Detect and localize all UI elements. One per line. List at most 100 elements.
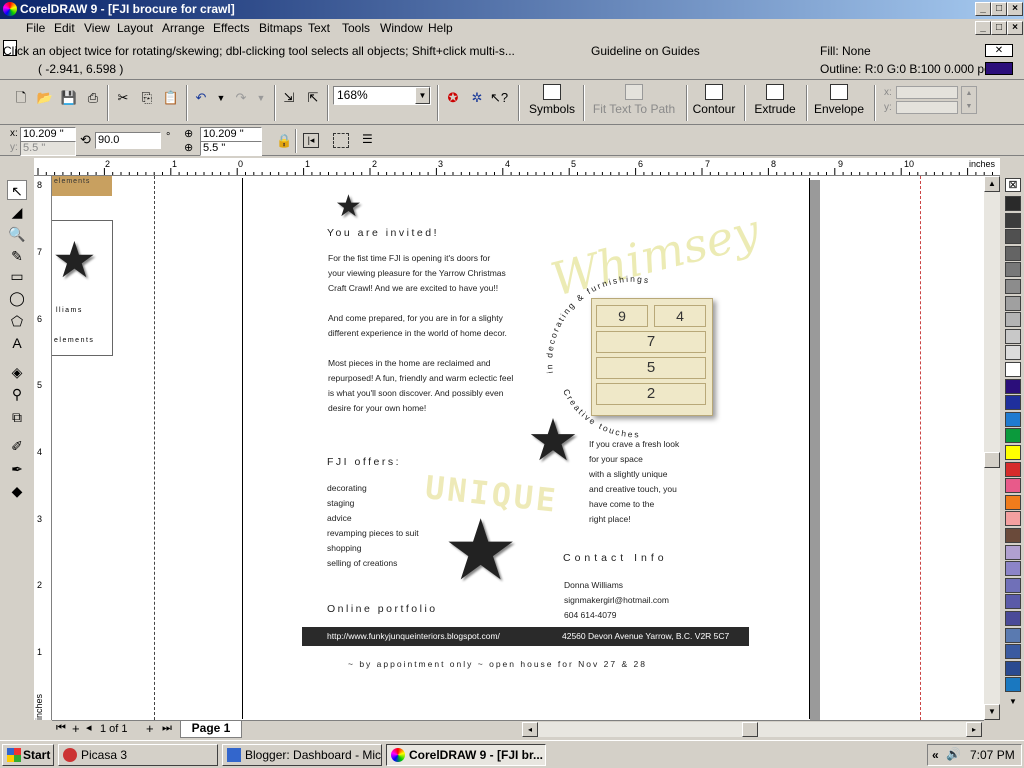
doc-close-button[interactable]: × — [1007, 21, 1023, 35]
menu-effects[interactable]: Effects — [213, 21, 249, 35]
no-color-swatch[interactable]: ⊠ — [1005, 178, 1021, 192]
color-swatch[interactable] — [1005, 279, 1021, 294]
interactive-transparency-tool-icon[interactable]: ⚲ — [7, 384, 27, 404]
task-coreldraw[interactable]: CorelDRAW 9 - [FJI br... — [386, 744, 546, 766]
color-swatch[interactable] — [1005, 561, 1021, 577]
doc-minimize-button[interactable]: _ — [975, 21, 991, 35]
new-icon[interactable]: 🗋 — [12, 89, 30, 107]
cut-icon[interactable]: ✂ — [114, 89, 132, 107]
corel-online-icon[interactable]: ✲ — [468, 89, 486, 107]
envelope-button[interactable]: Envelope — [812, 83, 866, 121]
export-icon[interactable]: ⇱ — [304, 89, 322, 107]
tray-expand-icon[interactable]: « — [932, 748, 939, 762]
chevron-down-icon[interactable]: ▼ — [415, 87, 430, 104]
zoom-level-select[interactable]: 168% ▼ — [333, 86, 431, 105]
menu-arrange[interactable]: Arrange — [162, 21, 205, 35]
menu-file[interactable]: File — [26, 21, 45, 35]
scroll-right-icon[interactable]: ▸ — [966, 722, 982, 737]
ellipse-tool-icon[interactable]: ◯ — [7, 288, 27, 308]
close-button[interactable]: × — [1007, 2, 1023, 16]
color-swatch[interactable] — [1005, 660, 1021, 676]
color-swatch[interactable] — [1005, 328, 1021, 344]
text-tool-icon[interactable]: A — [7, 333, 27, 353]
color-swatch[interactable] — [1005, 577, 1021, 593]
color-swatch[interactable] — [1005, 461, 1021, 477]
add-page-before-icon[interactable]: + — [72, 721, 80, 736]
first-page-icon[interactable]: ⏮ — [56, 722, 66, 735]
last-page-icon[interactable]: ⏭ — [162, 722, 172, 735]
color-swatch[interactable] — [1005, 262, 1021, 278]
interactive-blend-tool-icon[interactable]: ⧉ — [7, 407, 27, 427]
color-swatch[interactable] — [1005, 644, 1021, 660]
mirror-horizontal-icon[interactable]: |◂ — [303, 133, 319, 148]
rotation-angle-field[interactable]: 90.0 — [95, 132, 161, 149]
color-swatch[interactable] — [1005, 627, 1021, 643]
color-swatch[interactable] — [1005, 295, 1021, 311]
paste-icon[interactable]: 📋 — [162, 89, 180, 107]
vertical-scrollbar[interactable]: ▲ ▼ — [984, 176, 1000, 720]
maximize-button[interactable]: □ — [991, 2, 1007, 16]
freehand-tool-icon[interactable]: ✎ — [7, 246, 27, 266]
color-swatch[interactable] — [1005, 212, 1021, 228]
zoom-tool-icon[interactable]: 🔍 — [7, 224, 27, 244]
task-blogger[interactable]: Blogger: Dashboard - Mic... — [222, 744, 382, 766]
color-swatch[interactable] — [1005, 362, 1021, 377]
drawing-canvas[interactable]: elements ★ lliams elements ★ You are inv… — [52, 176, 984, 720]
menu-edit[interactable]: Edit — [54, 21, 75, 35]
menu-bitmaps[interactable]: Bitmaps — [259, 21, 302, 35]
menu-text[interactable]: Text — [308, 21, 330, 35]
import-icon[interactable]: ⇲ — [280, 89, 298, 107]
menu-tools[interactable]: Tools — [342, 21, 370, 35]
guideline[interactable] — [920, 176, 921, 720]
rotation-center-x-field[interactable]: 10.209 " — [200, 127, 262, 142]
menu-help[interactable]: Help — [428, 21, 453, 35]
color-swatch[interactable] — [1005, 395, 1021, 411]
extrude-button[interactable]: Extrude — [752, 83, 798, 121]
color-swatch[interactable] — [1005, 378, 1021, 394]
start-button[interactable]: Start — [2, 744, 54, 766]
menu-window[interactable]: Window — [380, 21, 423, 35]
mirror-vertical-icon[interactable] — [333, 133, 349, 148]
scroll-up-icon[interactable]: ▲ — [984, 176, 1000, 192]
undo-icon[interactable]: ↶ — [192, 89, 210, 107]
fill-tool-icon[interactable]: ◆ — [7, 481, 27, 501]
color-swatch[interactable] — [1005, 594, 1021, 610]
color-swatch[interactable] — [1005, 245, 1021, 261]
color-swatch[interactable] — [1005, 196, 1021, 211]
color-swatch[interactable] — [1005, 428, 1021, 444]
color-swatch[interactable] — [1005, 611, 1021, 626]
color-swatch[interactable] — [1005, 494, 1021, 510]
copy-icon[interactable]: ⎘ — [138, 89, 156, 107]
save-icon[interactable]: 💾 — [60, 89, 78, 107]
undo-dropdown-icon[interactable]: ▼ — [212, 89, 230, 107]
color-swatch[interactable] — [1005, 677, 1021, 693]
minimize-button[interactable]: _ — [975, 2, 991, 16]
tab-page-1[interactable]: Page 1 — [180, 721, 242, 738]
color-swatch[interactable] — [1005, 478, 1021, 494]
interactive-fill-tool-icon[interactable]: ◈ — [7, 362, 27, 382]
rotation-center-y-field[interactable]: 5.5 " — [200, 141, 262, 156]
shape-tool-icon[interactable]: ◢ — [7, 202, 27, 222]
eyedropper-tool-icon[interactable]: ✐ — [7, 436, 27, 456]
symbols-button[interactable]: Symbols — [528, 83, 576, 121]
color-swatch[interactable] — [1005, 445, 1021, 460]
color-swatch[interactable] — [1005, 229, 1021, 245]
scrollbar-thumb[interactable] — [984, 452, 1000, 468]
add-page-after-icon[interactable]: + — [146, 721, 154, 736]
palette-scroll-down-icon[interactable]: ▼ — [1005, 697, 1021, 709]
lock-icon[interactable]: 🔒 — [276, 133, 292, 149]
scroll-down-icon[interactable]: ▼ — [984, 704, 1000, 720]
color-swatch[interactable] — [1005, 345, 1021, 361]
color-swatch[interactable] — [1005, 411, 1021, 427]
text-options-icon[interactable]: ☰ — [362, 132, 373, 146]
vertical-ruler[interactable]: 8 7 6 5 4 3 2 1 inches — [34, 176, 52, 720]
whats-this-help-icon[interactable]: ↖? — [490, 89, 508, 107]
color-swatch[interactable] — [1005, 544, 1021, 560]
horizontal-scrollbar-thumb[interactable] — [742, 722, 758, 737]
corel-application-launcher-icon[interactable]: ✪ — [444, 89, 462, 107]
contour-button[interactable]: Contour — [692, 83, 736, 121]
menu-layout[interactable]: Layout — [117, 21, 153, 35]
color-swatch[interactable] — [1005, 511, 1021, 527]
doc-restore-button[interactable]: □ — [991, 21, 1007, 35]
outline-tool-icon[interactable]: ✒ — [7, 459, 27, 479]
